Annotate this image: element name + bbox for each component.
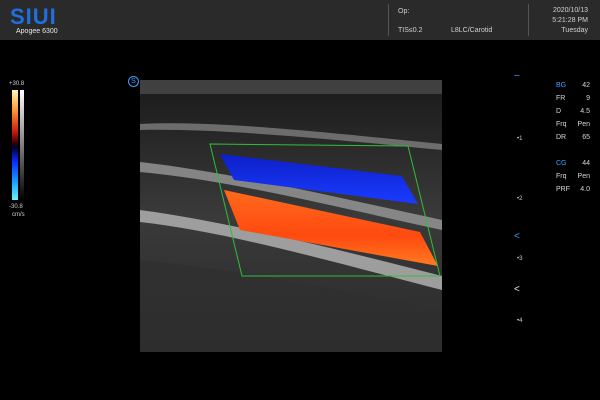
brand-logo: SIUI — [10, 4, 57, 29]
exam-time: 5:21:28 PM — [552, 17, 588, 24]
param-label: Frq — [556, 173, 567, 180]
probe-orientation-icon: S — [128, 76, 139, 87]
color-scale-min: -30.8 — [9, 204, 23, 210]
color-velocity-bar — [12, 90, 18, 200]
device-model: Apogee 6300 — [16, 28, 58, 35]
param-label: DR — [556, 134, 567, 141]
bmode-title: BG — [556, 82, 567, 89]
focus-marker-2[interactable]: < — [514, 284, 520, 295]
param-value: 4.5 — [580, 108, 590, 115]
bmode-gain-value: 42 — [582, 82, 590, 89]
header-bar: SIUI Apogee 6300 Op: TIS≤0.2 L8LC/Caroti… — [0, 0, 600, 40]
color-scale-max: +30.8 — [9, 81, 25, 87]
color-mode-title: CG — [556, 160, 567, 167]
param-value: Pen — [577, 173, 590, 180]
depth-tick-4: •4 — [517, 318, 523, 324]
ultrasound-image — [140, 80, 442, 352]
exam-day: Tuesday — [561, 27, 588, 34]
exam-date: 2020/10/13 — [552, 7, 588, 14]
depth-tick-1: •1 — [517, 136, 523, 142]
param-label: FR — [556, 95, 566, 102]
param-value: 4.0 — [580, 186, 590, 193]
focus-top-marker[interactable]: – — [514, 70, 520, 81]
operator-label: Op: — [398, 8, 410, 15]
param-label: D — [556, 108, 562, 115]
header-divider — [388, 4, 389, 36]
param-value: 65 — [582, 134, 590, 141]
param-value: Pen — [577, 121, 590, 128]
param-value: 9 — [586, 95, 590, 102]
ultrasound-scan-svg — [140, 80, 442, 352]
param-label: Frq — [556, 121, 567, 128]
grayscale-bar — [20, 90, 24, 200]
color-scale-unit: cm/s — [12, 212, 25, 218]
param-label: PRF — [556, 186, 570, 193]
header-divider — [528, 4, 529, 36]
probe-preset: L8LC/Carotid — [451, 27, 493, 34]
focus-marker[interactable]: < — [514, 231, 520, 242]
depth-tick-2: •2 — [517, 196, 523, 202]
tis-index: TIS≤0.2 — [398, 27, 423, 34]
color-gain-value: 44 — [582, 160, 590, 167]
depth-tick-3: •3 — [517, 256, 523, 262]
